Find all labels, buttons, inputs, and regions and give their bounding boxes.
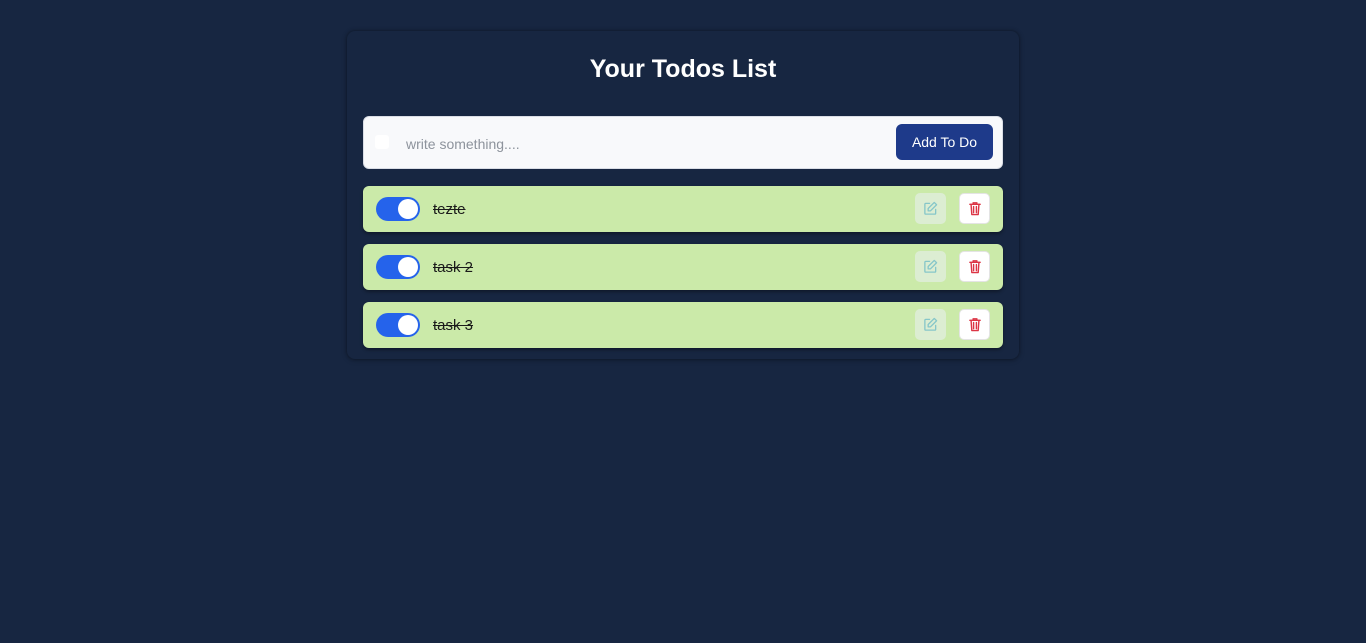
page-title: Your Todos List — [589, 55, 777, 83]
todo-item: task 2 — [363, 244, 1003, 290]
delete-button[interactable] — [959, 193, 990, 224]
trash-icon — [968, 201, 982, 216]
delete-button[interactable] — [959, 251, 990, 282]
todo-completed-toggle[interactable] — [376, 255, 420, 279]
toggle-knob — [398, 257, 418, 277]
todo-completed-toggle[interactable] — [376, 197, 420, 221]
pencil-square-icon — [923, 317, 938, 332]
todo-text: task 2 — [433, 259, 474, 276]
pencil-square-icon — [923, 259, 938, 274]
edit-button[interactable] — [915, 251, 946, 282]
todo-input[interactable] — [404, 128, 888, 160]
edit-button[interactable] — [915, 193, 946, 224]
pencil-square-icon — [923, 201, 938, 216]
trash-icon — [968, 259, 982, 274]
add-todo-form: Add To Do — [363, 116, 1003, 169]
add-checkbox[interactable] — [375, 135, 389, 149]
trash-icon — [968, 317, 982, 332]
delete-button[interactable] — [959, 309, 990, 340]
toggle-knob — [398, 315, 418, 335]
todo-text: task 3 — [433, 317, 474, 334]
todo-text: tezte — [433, 201, 466, 218]
todo-completed-toggle[interactable] — [376, 313, 420, 337]
add-todo-button[interactable]: Add To Do — [896, 124, 993, 160]
todo-item: tezte — [363, 186, 1003, 232]
toggle-knob — [398, 199, 418, 219]
todo-card: Your Todos List Add To Do tezte — [347, 31, 1019, 359]
edit-button[interactable] — [915, 309, 946, 340]
todo-item: task 3 — [363, 302, 1003, 348]
